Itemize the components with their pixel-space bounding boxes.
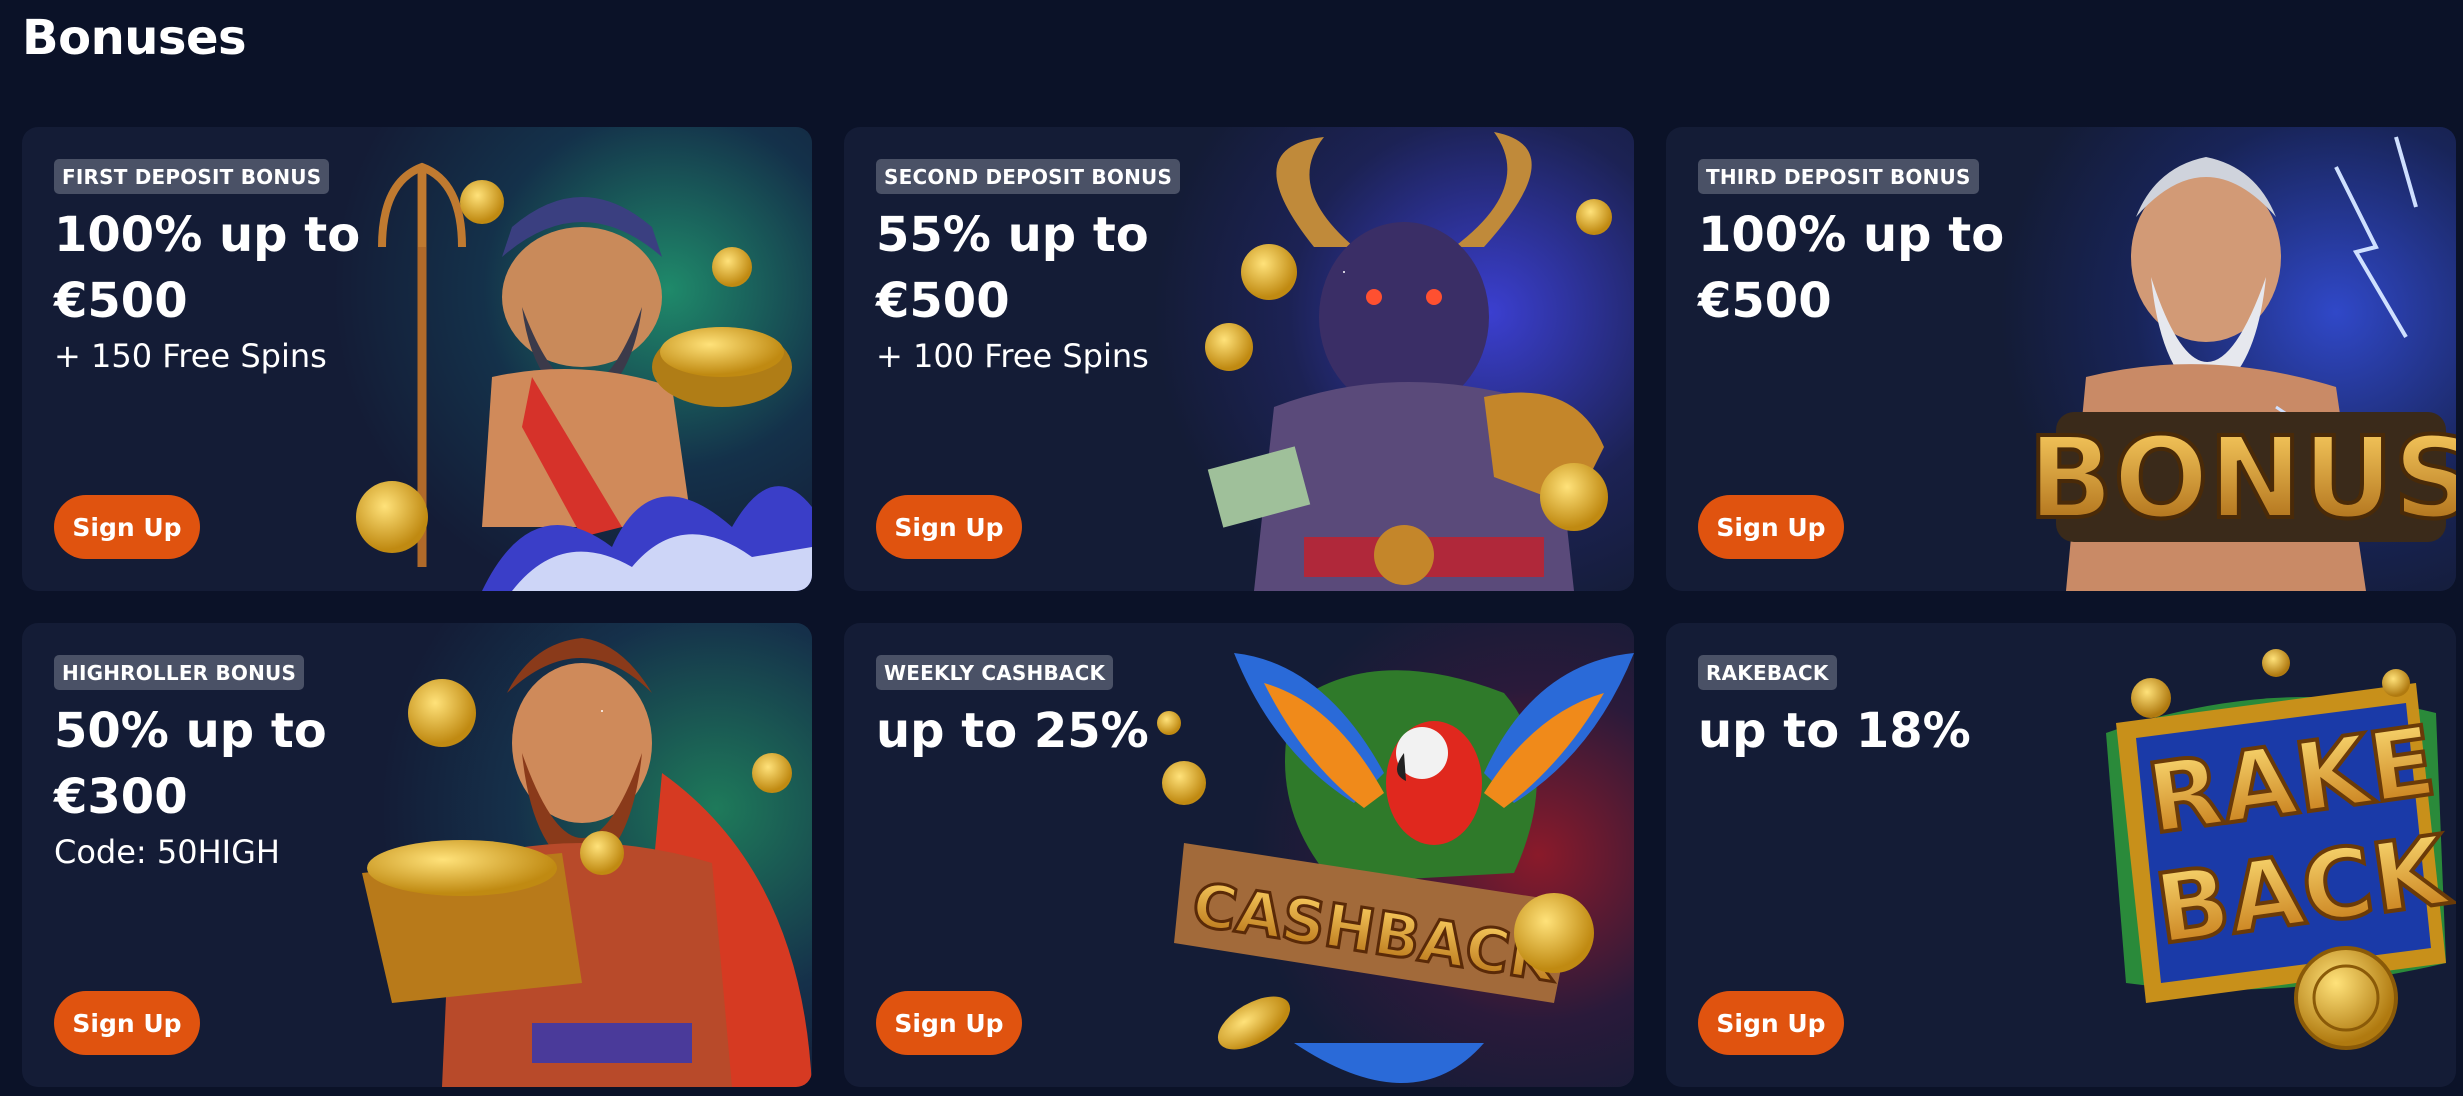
sign-up-button[interactable]: Sign Up (54, 495, 200, 559)
bonus-subline: + 100 Free Spins (876, 337, 1149, 375)
sign-up-button[interactable]: Sign Up (1698, 495, 1844, 559)
bonus-card-first-deposit: FIRST DEPOSIT BONUS 100% up to €500 + 15… (22, 127, 812, 591)
bonus-badge: SECOND DEPOSIT BONUS (876, 159, 1181, 194)
bonus-headline: up to 25% (876, 703, 1149, 759)
bonus-card-highroller: HIGHROLLER BONUS 50% up to €300 Code: 50… (22, 623, 812, 1087)
page-title: Bonuses (22, 10, 247, 66)
bonus-badge: THIRD DEPOSIT BONUS (1698, 159, 1979, 194)
bonus-code: Code: 50HIGH (54, 833, 280, 871)
bonus-badge: WEEKLY CASHBACK (876, 655, 1114, 690)
bonus-headline: 100% up to €500 (54, 207, 361, 329)
sign-up-button[interactable]: Sign Up (876, 991, 1022, 1055)
bonus-grid: FIRST DEPOSIT BONUS 100% up to €500 + 15… (22, 127, 2456, 1087)
bonus-badge: HIGHROLLER BONUS (54, 655, 305, 690)
bonus-badge: RAKEBACK (1698, 655, 1837, 690)
bonus-headline: up to 18% (1698, 703, 1971, 759)
sign-up-button[interactable]: Sign Up (54, 991, 200, 1055)
bonus-headline: 100% up to €500 (1698, 207, 2005, 329)
bonus-headline: 50% up to €300 (54, 703, 327, 825)
bonus-badge: FIRST DEPOSIT BONUS (54, 159, 330, 194)
bonus-card-third-deposit: BONUS THIRD DEPOSIT BONUS 100% up to €50… (1666, 127, 2456, 591)
bonus-card-second-deposit: SECOND DEPOSIT BONUS 55% up to €500 + 10… (844, 127, 1634, 591)
bonus-subline: + 150 Free Spins (54, 337, 327, 375)
bonuses-page: Bonuses FIRST DEPOSIT BONUS 100% up to €… (0, 0, 2463, 1096)
bonus-card-weekly-cashback: CASHBACK WEEKLY CASHBACK up to 25% Sign … (844, 623, 1634, 1087)
bonus-headline: 55% up to €500 (876, 207, 1149, 329)
sign-up-button[interactable]: Sign Up (876, 495, 1022, 559)
bonus-card-rakeback: RAKE BACK RAKEBACK up to 18% Sign Up (1666, 623, 2456, 1087)
sign-up-button[interactable]: Sign Up (1698, 991, 1844, 1055)
